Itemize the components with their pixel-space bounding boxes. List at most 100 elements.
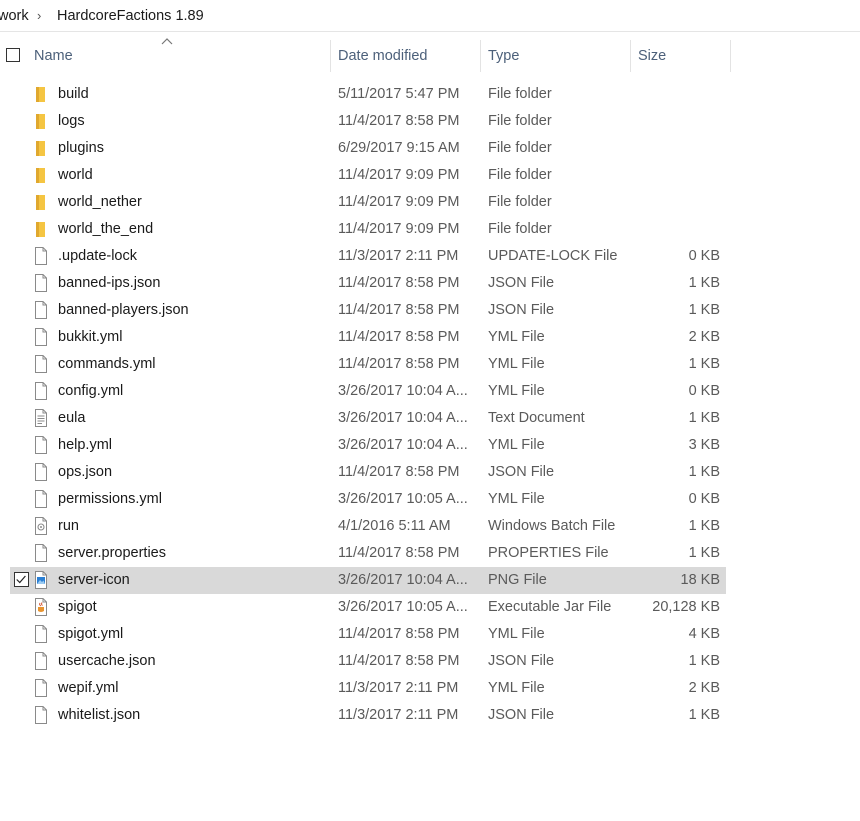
file-row[interactable]: .update-lock 11/3/2017 2:11 PM UPDATE-LOCK…	[10, 243, 726, 270]
column-header-date[interactable]: Date modified	[338, 48, 427, 64]
file-date-modified: 11/3/2017 2:11 PM	[338, 248, 459, 264]
file-date-modified: 11/4/2017 8:58 PM	[338, 113, 460, 129]
file-size: 2 KB	[688, 680, 720, 696]
file-size: 0 KB	[688, 491, 720, 507]
file-date-modified: 11/4/2017 9:09 PM	[338, 167, 460, 183]
file-type: YML File	[488, 329, 545, 345]
file-name: logs	[58, 113, 85, 129]
file-size: 1 KB	[688, 518, 720, 534]
column-header-name[interactable]: Name	[34, 48, 73, 64]
file-name: server.properties	[58, 545, 166, 561]
file-row[interactable]: plugins 6/29/2017 9:15 AM File folder	[10, 135, 726, 162]
file-row[interactable]: eula 3/26/2017 10:04 A... Text Document 1 K…	[10, 405, 726, 432]
file-icon	[34, 247, 48, 265]
file-name: world_the_end	[58, 221, 154, 237]
file-icon	[34, 382, 48, 400]
file-row[interactable]: logs 11/4/2017 8:58 PM File folder	[10, 108, 726, 135]
file-type: UPDATE-LOCK File	[488, 248, 618, 264]
file-row[interactable]: run 4/1/2016 5:11 AM Windows Batch File 1 K…	[10, 513, 726, 540]
file-row[interactable]: permissions.yml 3/26/2017 10:05 A... YML F…	[10, 486, 726, 513]
file-name: ops.json	[58, 464, 113, 480]
file-row[interactable]: world_nether 11/4/2017 9:09 PM File folder	[10, 189, 726, 216]
file-size: 0 KB	[688, 383, 720, 399]
file-type: File folder	[488, 167, 552, 183]
file-type: Text Document	[488, 410, 585, 426]
file-name: config.yml	[58, 383, 124, 399]
file-date-modified: 11/4/2017 8:58 PM	[338, 302, 460, 318]
file-type: YML File	[488, 383, 545, 399]
file-type: JSON File	[488, 302, 555, 318]
file-size: 1 KB	[688, 707, 720, 723]
file-name: help.yml	[58, 437, 112, 453]
file-date-modified: 3/26/2017 10:04 A...	[338, 383, 468, 399]
column-header-type[interactable]: Type	[488, 48, 519, 64]
file-row[interactable]: wepif.yml 11/3/2017 2:11 PM YML File 2 KB	[10, 675, 726, 702]
file-date-modified: 11/4/2017 8:58 PM	[338, 464, 460, 480]
file-row[interactable]: banned-ips.json 11/4/2017 8:58 PM JSON Fil…	[10, 270, 726, 297]
file-date-modified: 11/4/2017 8:58 PM	[338, 545, 460, 561]
file-icon	[34, 274, 48, 292]
chevron-right-icon[interactable]: ›	[37, 8, 41, 23]
file-row[interactable]: world 11/4/2017 9:09 PM File folder	[10, 162, 726, 189]
column-header-size[interactable]: Size	[638, 48, 666, 64]
jar-file-icon	[34, 598, 48, 616]
file-row[interactable]: build 5/11/2017 5:47 PM File folder	[10, 81, 726, 108]
file-row[interactable]: bukkit.yml 11/4/2017 8:58 PM YML File 2 KB	[10, 324, 726, 351]
file-row[interactable]: usercache.json 11/4/2017 8:58 PM JSON File…	[10, 648, 726, 675]
folder-icon	[34, 193, 48, 211]
file-name: build	[58, 86, 89, 102]
file-name: usercache.json	[58, 653, 156, 669]
file-icon	[34, 436, 48, 454]
file-date-modified: 3/26/2017 10:05 A...	[338, 491, 468, 507]
file-icon	[34, 652, 48, 670]
file-type: JSON File	[488, 707, 555, 723]
file-row[interactable]: server-icon 3/26/2017 10:04 A... PNG File 1…	[10, 567, 726, 594]
file-row[interactable]: commands.yml 11/4/2017 8:58 PM YML File 1 K…	[10, 351, 726, 378]
file-date-modified: 11/3/2017 2:11 PM	[338, 680, 459, 696]
file-date-modified: 11/4/2017 8:58 PM	[338, 329, 460, 345]
batch-file-icon	[34, 517, 48, 535]
file-date-modified: 11/4/2017 9:09 PM	[338, 194, 460, 210]
file-row[interactable]: spigot 3/26/2017 10:05 A... Executable Jar…	[10, 594, 726, 621]
file-row[interactable]: server.properties 11/4/2017 8:58 PM PROPER…	[10, 540, 726, 567]
file-row[interactable]: ops.json 11/4/2017 8:58 PM JSON File 1 KB	[10, 459, 726, 486]
file-date-modified: 3/26/2017 10:04 A...	[338, 572, 468, 588]
file-icon	[34, 463, 48, 481]
file-date-modified: 3/26/2017 10:05 A...	[338, 599, 468, 615]
file-row[interactable]: help.yml 3/26/2017 10:04 A... YML File 3 KB	[10, 432, 726, 459]
file-size: 1 KB	[688, 653, 720, 669]
column-divider[interactable]	[330, 40, 331, 72]
file-size: 1 KB	[688, 545, 720, 561]
file-type: YML File	[488, 491, 545, 507]
column-divider[interactable]	[730, 40, 731, 72]
file-size: 1 KB	[688, 275, 720, 291]
file-icon	[34, 706, 48, 724]
file-date-modified: 11/4/2017 9:09 PM	[338, 221, 460, 237]
file-date-modified: 11/4/2017 8:58 PM	[338, 356, 460, 372]
file-size: 1 KB	[688, 410, 720, 426]
breadcrumb-current[interactable]: HardcoreFactions 1.89	[57, 8, 204, 24]
file-row[interactable]: banned-players.json 11/4/2017 8:58 PM JSON…	[10, 297, 726, 324]
breadcrumb-parent[interactable]: work	[0, 8, 29, 24]
file-type: File folder	[488, 113, 552, 129]
column-divider[interactable]	[630, 40, 631, 72]
file-row[interactable]: config.yml 3/26/2017 10:04 A... YML File 0 …	[10, 378, 726, 405]
file-row[interactable]: world_the_end 11/4/2017 9:09 PM File folde…	[10, 216, 726, 243]
file-type: Windows Batch File	[488, 518, 616, 534]
row-checkbox[interactable]	[14, 572, 29, 587]
file-row[interactable]: whitelist.json 11/3/2017 2:11 PM JSON File…	[10, 702, 726, 729]
file-size: 2 KB	[688, 329, 720, 345]
column-divider[interactable]	[480, 40, 481, 72]
file-name: spigot	[58, 599, 97, 615]
address-bar[interactable]: work › HardcoreFactions 1.89	[0, 0, 860, 32]
file-type: PNG File	[488, 572, 547, 588]
image-file-icon	[34, 571, 48, 589]
file-icon	[34, 328, 48, 346]
file-name: world_nether	[58, 194, 142, 210]
file-row[interactable]: spigot.yml 11/4/2017 8:58 PM YML File 4 KB	[10, 621, 726, 648]
file-type: YML File	[488, 437, 545, 453]
select-all-checkbox[interactable]	[6, 48, 20, 62]
file-date-modified: 11/3/2017 2:11 PM	[338, 707, 459, 723]
file-type: JSON File	[488, 653, 555, 669]
file-type: YML File	[488, 626, 545, 642]
